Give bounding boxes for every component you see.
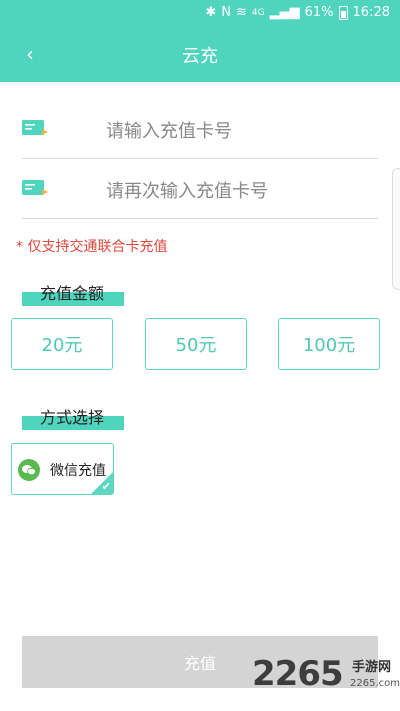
amount-title-text: 充值金额 [40, 284, 105, 303]
card-number-field [22, 104, 378, 159]
card-confirm-input[interactable] [104, 176, 378, 206]
nfc-icon: N [221, 5, 232, 20]
battery-percent: 61% [304, 5, 334, 20]
amount-section-title: 充值金额 [22, 284, 124, 306]
card-confirm-field [22, 164, 378, 219]
wechat-icon [18, 459, 40, 481]
clock: 16:28 [352, 5, 390, 20]
payment-title-text: 方式选择 [40, 408, 105, 427]
signal-icon: ▂▄▆ [269, 5, 300, 20]
amount-option-100[interactable]: 100元 [278, 318, 380, 370]
card-icon [22, 120, 48, 135]
page-title: 云充 [182, 46, 218, 67]
wechat-pay-option[interactable]: 微信充值 ✔ [11, 443, 114, 495]
card-icon [22, 180, 48, 195]
amount-option-20[interactable]: 20元 [11, 318, 113, 370]
bluetooth-icon: ✱ [205, 5, 217, 20]
watermark-domain: 2265.com [350, 678, 400, 689]
watermark-number: 2265 [252, 654, 344, 694]
card-number-input[interactable] [104, 116, 378, 146]
amount-option-50[interactable]: 50元 [145, 318, 247, 370]
wifi-icon: ≋ [236, 5, 247, 20]
network-label: 4G [251, 7, 265, 18]
site-watermark: 2265 手游网 2265.com [252, 654, 400, 700]
check-icon: ✔ [101, 480, 111, 493]
status-bar: ✱ N ≋ 4G ▂▄▆ 61% 16:28 [0, 0, 400, 28]
watermark-suffix: 手游网 [352, 660, 392, 675]
app-header: ✱ N ≋ 4G ▂▄▆ 61% 16:28 ‹ 云充 [0, 0, 400, 82]
support-notice: * 仅支持交通联合卡充值 [16, 239, 168, 255]
side-drawer-handle[interactable] [392, 168, 400, 290]
battery-icon [338, 5, 348, 20]
payment-section-title: 方式选择 [22, 408, 124, 430]
